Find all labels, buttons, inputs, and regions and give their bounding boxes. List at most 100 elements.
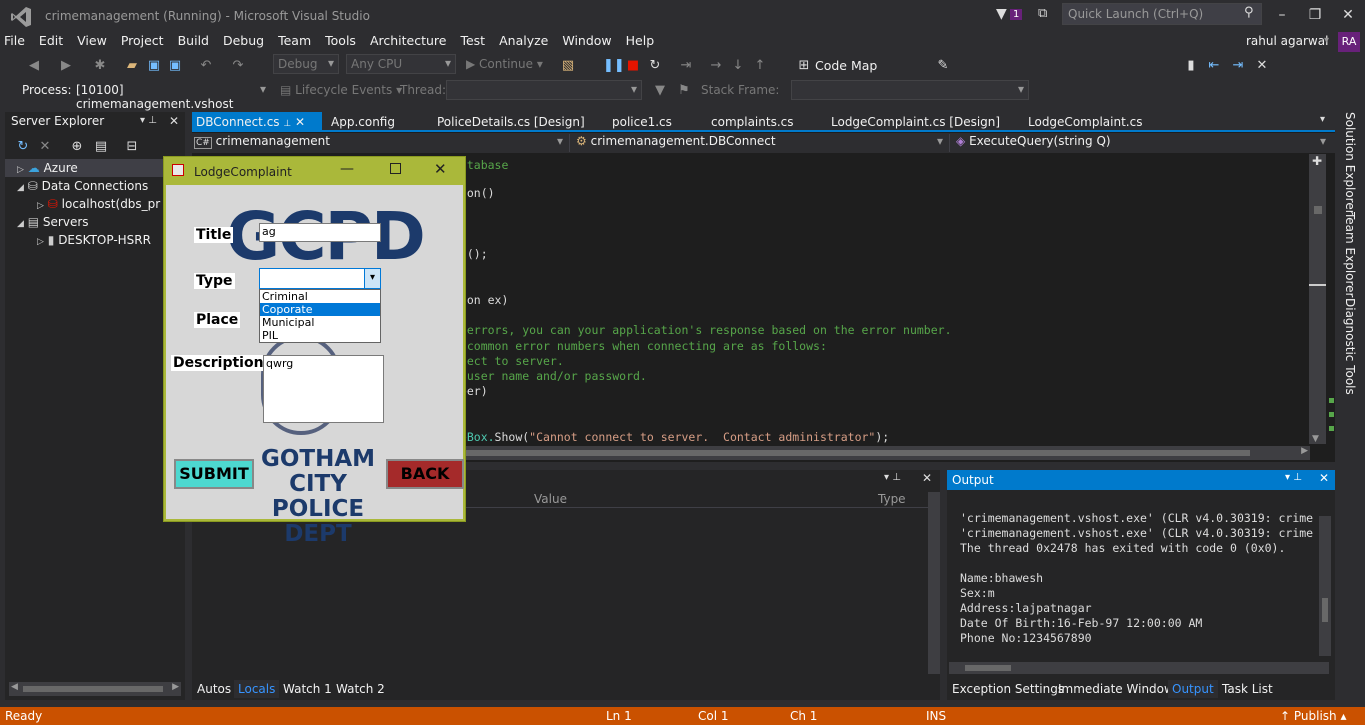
step-out-icon[interactable]: ↑ xyxy=(752,58,768,74)
close-tab-icon[interactable]: ✕ xyxy=(295,115,305,129)
expand-icon[interactable]: ▷ xyxy=(17,165,24,175)
menu-help[interactable]: Help xyxy=(619,32,662,50)
menu-test[interactable]: Test xyxy=(453,32,492,50)
restart-icon[interactable]: ↻ xyxy=(647,58,663,74)
scrollbar-thumb[interactable] xyxy=(1314,206,1322,214)
split-icon[interactable]: ✚ xyxy=(1312,154,1322,168)
tab-exception-settings[interactable]: Exception Settings xyxy=(952,680,1064,698)
tab-locals[interactable]: Locals xyxy=(234,680,280,698)
editor-horizontal-scrollbar[interactable]: ▶ xyxy=(448,446,1310,460)
dropdown-arrow-icon[interactable]: ▾ xyxy=(364,269,380,288)
tab-autos[interactable]: Autos xyxy=(197,680,231,698)
show-next-statement-icon[interactable]: ⇥ xyxy=(678,58,694,74)
scrollbar-thumb[interactable] xyxy=(1322,598,1328,622)
process-select[interactable]: [10100] crimemanagement.vshost xyxy=(71,80,271,111)
dialog-maximize-button[interactable] xyxy=(390,163,401,174)
connect-server-icon[interactable]: ▤ xyxy=(93,139,109,155)
locals-close-icon[interactable]: ✕ xyxy=(922,471,932,485)
menu-project[interactable]: Project xyxy=(114,32,171,50)
expand-icon[interactable]: ▷ xyxy=(37,201,44,211)
step-into-icon[interactable]: ↓ xyxy=(730,58,746,74)
type-column-header[interactable]: Type xyxy=(878,492,906,506)
tab-task-list[interactable]: Task List xyxy=(1222,680,1273,698)
tab-solution-explorer[interactable]: Solution Explorer xyxy=(1343,112,1357,215)
configuration-select[interactable]: Debug xyxy=(273,54,339,74)
type-option-coporate[interactable]: Coporate xyxy=(260,303,380,316)
pin-icon[interactable]: ⊥ xyxy=(283,119,291,129)
expand-icon[interactable]: ▷ xyxy=(37,237,44,247)
scrollbar-thumb[interactable] xyxy=(965,665,1011,671)
tree-item-data-connections[interactable]: ◢ ⛁ Data Connections xyxy=(5,177,148,195)
tab-dbconnect[interactable]: DBConnect.cs ⊥ ✕ xyxy=(192,112,322,132)
thread-select[interactable] xyxy=(446,80,642,100)
type-option-municipal[interactable]: Municipal xyxy=(260,316,380,329)
connect-database-icon[interactable]: ⊕ xyxy=(69,139,85,155)
method-nav-select[interactable]: ◈ ExecuteQuery(string Q) ▾ xyxy=(956,134,1332,152)
menu-view[interactable]: View xyxy=(70,32,114,50)
maximize-button[interactable]: ❐ xyxy=(1298,0,1332,30)
tab-lodge-complaint[interactable]: LodgeComplaint.cs xyxy=(1024,112,1146,132)
menu-file[interactable]: File xyxy=(0,32,32,50)
vertical-scrollbar[interactable]: ✚ ▼ xyxy=(1309,154,1326,444)
connect-azure-icon[interactable]: ⊟ xyxy=(124,139,140,155)
dialog-close-button[interactable]: ✕ xyxy=(434,160,447,178)
step-over-icon[interactable]: → xyxy=(708,58,724,74)
locals-scrollbar[interactable] xyxy=(928,492,940,674)
publish-button[interactable]: ↑ Publish ▴ xyxy=(1280,709,1347,723)
tab-output[interactable]: Output xyxy=(1168,680,1218,698)
tab-app-config[interactable]: App.config xyxy=(327,112,399,132)
stop-icon[interactable]: ■ xyxy=(625,58,641,74)
menu-tools[interactable]: Tools xyxy=(318,32,363,50)
clear-bookmarks-icon[interactable]: ✕ xyxy=(1254,58,1270,74)
code-map-icon[interactable]: ⊞ xyxy=(796,58,812,74)
type-select[interactable]: ▾ xyxy=(259,268,381,289)
next-bookmark-icon[interactable]: ⇥ xyxy=(1230,58,1246,74)
back-button[interactable]: BACK xyxy=(386,459,464,489)
menu-window[interactable]: Window xyxy=(555,32,618,50)
lifecycle-events-button[interactable]: ▤ Lifecycle Events ▾ xyxy=(280,83,402,97)
description-textarea[interactable]: qwrg xyxy=(263,355,384,423)
dialog-minimize-button[interactable]: — xyxy=(340,161,354,177)
notification-badge[interactable]: 1 xyxy=(1010,9,1023,20)
collapse-icon[interactable]: ◢ xyxy=(17,219,24,229)
tree-item-desktop[interactable]: ▷ ▮ DESKTOP-HSRR xyxy=(5,231,151,249)
refresh-icon[interactable]: ↻ xyxy=(15,139,31,155)
locals-pin-icon[interactable]: ▾ ⊥ xyxy=(884,472,901,483)
tree-item-servers[interactable]: ◢ ▤ Servers xyxy=(5,213,89,231)
avatar[interactable]: RA xyxy=(1338,32,1360,52)
continue-button[interactable]: ▶ Continue ▾ xyxy=(466,57,543,71)
tree-item-azure[interactable]: ▷ ☁ Azure xyxy=(5,159,180,177)
menu-debug[interactable]: Debug xyxy=(216,32,271,50)
search-icon[interactable]: ⚲ xyxy=(1244,5,1254,20)
pause-icon[interactable]: ❚❚ xyxy=(603,58,625,74)
menu-edit[interactable]: Edit xyxy=(32,32,70,50)
tree-item-localhost[interactable]: ▷ ⛁ localhost(dbs_pr xyxy=(5,195,160,213)
undo-icon[interactable]: ↶ xyxy=(198,58,214,74)
project-nav-select[interactable]: C# crimemanagement ▾ xyxy=(194,134,570,152)
redo-icon[interactable]: ↷ xyxy=(230,58,246,74)
output-vertical-scrollbar[interactable] xyxy=(1319,516,1331,656)
tab-complaints[interactable]: complaints.cs xyxy=(707,112,798,132)
back-icon[interactable]: ◀ xyxy=(26,58,42,74)
filter-thread-icon[interactable]: ▼ xyxy=(652,83,668,99)
tab-immediate-window[interactable]: Immediate Window xyxy=(1058,680,1174,698)
filter-icon[interactable]: ▼ xyxy=(996,6,1007,22)
menu-build[interactable]: Build xyxy=(171,32,216,50)
hot-reload-icon[interactable]: ▧ xyxy=(560,58,576,74)
title-input[interactable]: ag xyxy=(259,223,381,242)
stack-frame-select[interactable] xyxy=(791,80,1029,100)
menu-team[interactable]: Team xyxy=(271,32,318,50)
save-all-icon[interactable]: ▣ xyxy=(167,58,183,74)
close-button[interactable]: ✕ xyxy=(1331,0,1365,30)
output-pin-icon[interactable]: ▾ ⊥ xyxy=(1285,472,1302,483)
tab-team-explorer[interactable]: Team Explorer xyxy=(1343,212,1357,298)
user-dropdown-icon[interactable]: ▾ xyxy=(1324,35,1329,46)
code-map-button[interactable]: Code Map xyxy=(815,58,877,73)
collapse-icon[interactable]: ◢ xyxy=(17,183,24,193)
tab-lodge-complaint-design[interactable]: LodgeComplaint.cs [Design] xyxy=(827,112,1004,132)
platform-select[interactable]: Any CPU xyxy=(346,54,456,74)
feedback-icon[interactable]: ⧉ xyxy=(1038,6,1047,21)
prev-bookmark-icon[interactable]: ⇤ xyxy=(1206,58,1222,74)
tab-police1[interactable]: police1.cs xyxy=(608,112,676,132)
tab-overflow-icon[interactable]: ▾ xyxy=(1320,114,1325,125)
